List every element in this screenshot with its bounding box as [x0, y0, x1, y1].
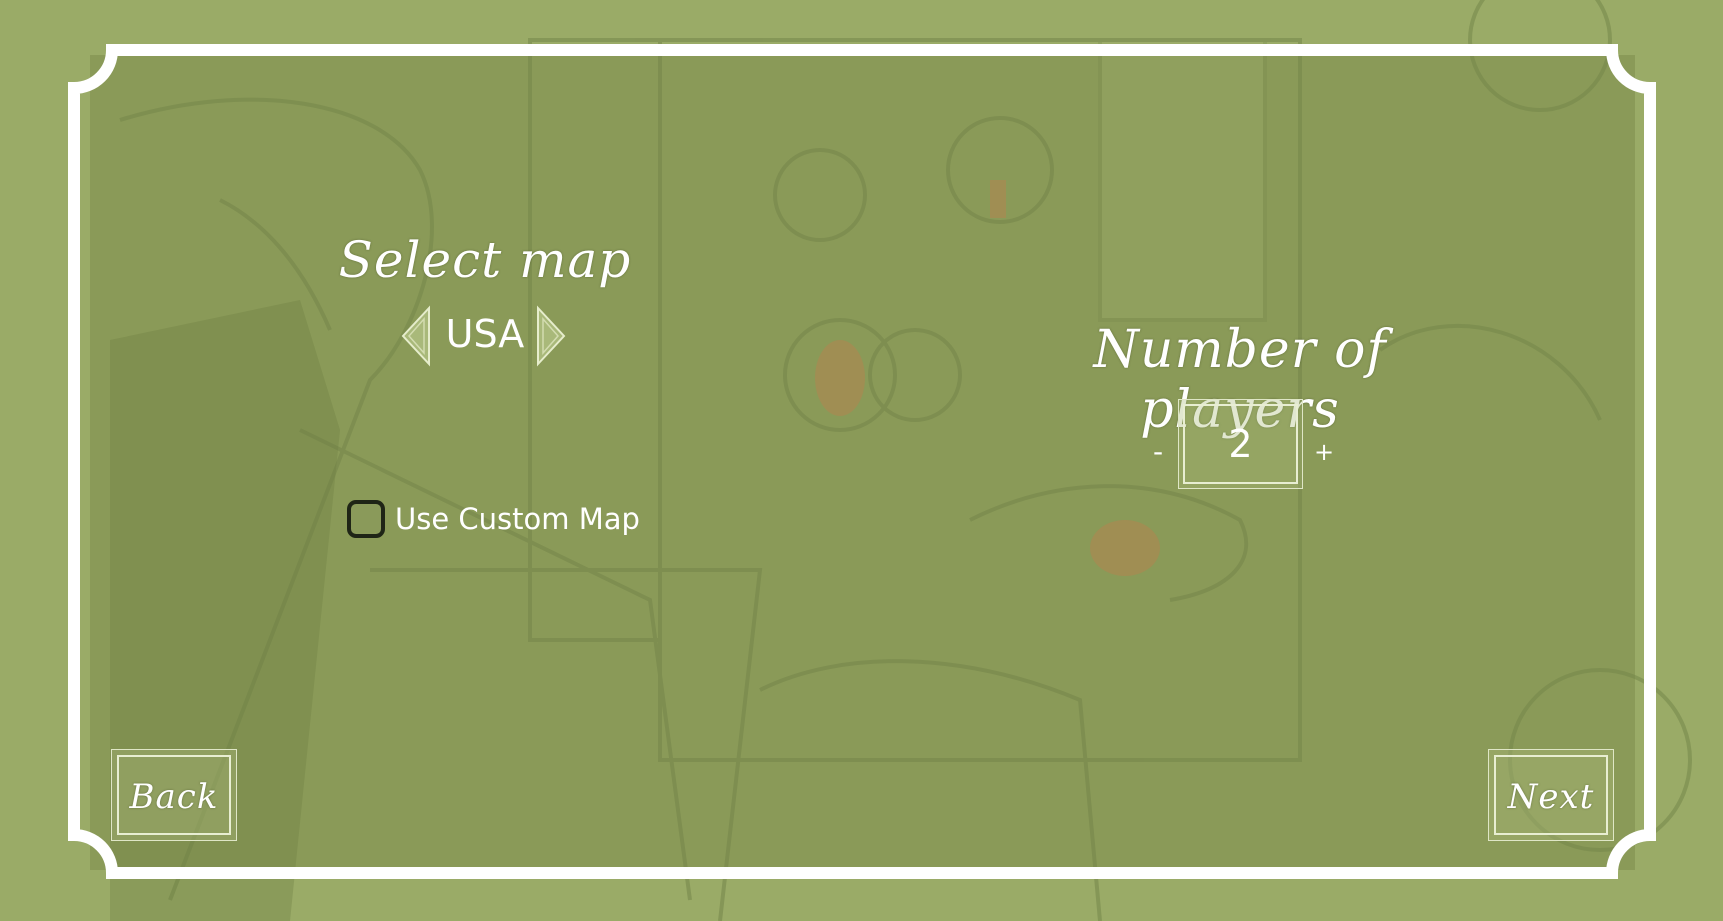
selected-map-value: USA	[445, 312, 525, 356]
custom-map-toggle[interactable]: Use Custom Map	[347, 496, 640, 542]
custom-map-checkbox[interactable]	[347, 500, 385, 538]
next-button-label: Next	[1507, 777, 1595, 817]
players-count-box: 2	[1178, 399, 1303, 489]
next-map-button[interactable]	[535, 305, 567, 367]
card-frame	[68, 44, 1656, 879]
previous-map-button[interactable]	[400, 305, 432, 367]
back-button-label: Back	[129, 777, 219, 817]
increment-players-button[interactable]: +	[1314, 437, 1334, 467]
players-count-value: 2	[1228, 422, 1253, 466]
next-button[interactable]: Next	[1488, 749, 1614, 841]
select-map-title: Select map	[338, 231, 632, 289]
triangle-right-icon	[537, 305, 566, 367]
triangle-left-icon	[401, 305, 430, 367]
back-button[interactable]: Back	[111, 749, 237, 841]
custom-map-label: Use Custom Map	[395, 502, 640, 536]
decrement-players-button[interactable]: -	[1153, 437, 1163, 467]
